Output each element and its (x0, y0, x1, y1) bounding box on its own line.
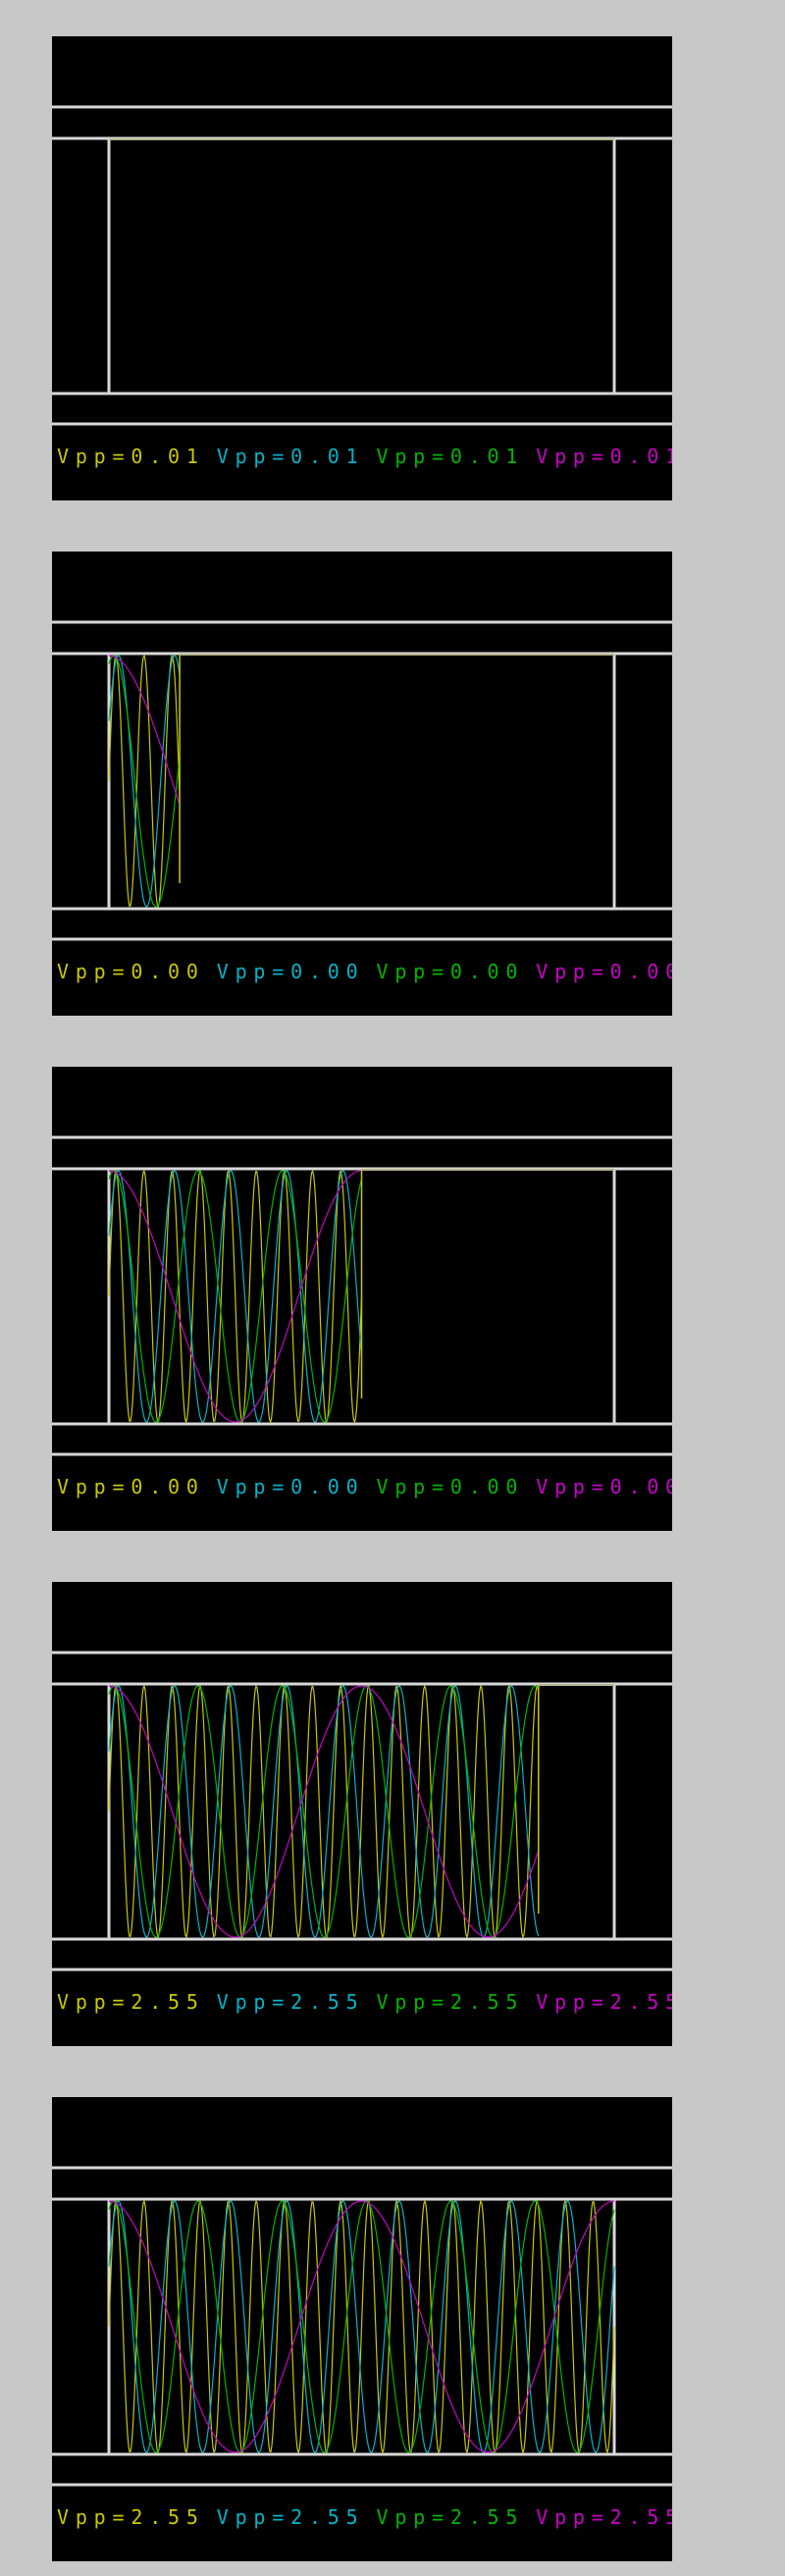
vpp-label: Vpp= (216, 1475, 291, 1498)
vpp-label: Vpp= (536, 960, 610, 983)
vpp-value: 2.55 (449, 2505, 525, 2529)
vpp-label: Vpp= (536, 1475, 610, 1498)
vpp-readout-ch1: Vpp=0.00 (57, 1471, 205, 1502)
vpp-label: Vpp= (57, 445, 131, 468)
vpp-value: 0.00 (290, 1475, 365, 1498)
vpp-readout-ch2: Vpp=0.00 (217, 1471, 365, 1502)
vpp-value: 2.55 (131, 1990, 205, 2014)
vpp-readout-ch4: Vpp=2.55 (536, 1986, 672, 2018)
vpp-readout-ch1: Vpp=0.00 (57, 956, 205, 987)
vpp-label: Vpp= (536, 1990, 610, 2014)
vpp-readout-ch1: Vpp=2.55 (57, 1986, 205, 2018)
vpp-value: 0.00 (449, 960, 525, 983)
oscilloscope-screen: Vpp=0.01Vpp=0.01Vpp=0.01Vpp=0.01 (52, 36, 672, 500)
vpp-label: Vpp= (376, 1475, 450, 1498)
vpp-value: 0.01 (449, 445, 525, 468)
vpp-readout-ch4: Vpp=0.00 (536, 1471, 672, 1502)
vpp-readout-ch3: Vpp=0.01 (377, 441, 525, 472)
vpp-value: 0.00 (131, 960, 205, 983)
vpp-label: Vpp= (376, 960, 450, 983)
waveform-trace-ch1 (108, 2199, 615, 2454)
vpp-readout-ch4: Vpp=0.00 (536, 956, 672, 987)
vpp-label: Vpp= (57, 2505, 131, 2529)
vpp-label: Vpp= (216, 960, 291, 983)
vpp-value: 2.55 (609, 1990, 672, 2014)
vpp-readout-ch3: Vpp=0.00 (377, 1471, 525, 1502)
oscilloscope-screen: Vpp=0.00Vpp=0.00Vpp=0.00Vpp=0.00 (52, 552, 672, 1016)
vpp-value: 0.00 (290, 960, 365, 983)
vpp-value: 2.55 (609, 2505, 672, 2529)
vpp-readout-ch2: Vpp=2.55 (217, 1986, 365, 2018)
vpp-value: 0.01 (609, 445, 672, 468)
vpp-label: Vpp= (216, 2505, 291, 2529)
vpp-readout-ch4: Vpp=2.55 (536, 2501, 672, 2533)
vpp-value: 0.00 (449, 1475, 525, 1498)
vpp-value: 2.55 (290, 2505, 365, 2529)
vpp-value: 0.00 (131, 1475, 205, 1498)
vpp-readout-ch1: Vpp=0.01 (57, 441, 205, 472)
vpp-readout-row: Vpp=0.00Vpp=0.00Vpp=0.00Vpp=0.00 (57, 956, 672, 987)
oscilloscope-screen: Vpp=2.55Vpp=2.55Vpp=2.55Vpp=2.55 (52, 1582, 672, 2046)
scope-plot (52, 1651, 672, 1971)
vpp-value: 2.55 (290, 1990, 365, 2014)
vpp-value: 2.55 (131, 2505, 205, 2529)
vpp-value: 0.00 (609, 1475, 672, 1498)
vpp-value: 2.55 (449, 1990, 525, 2014)
vpp-label: Vpp= (216, 445, 291, 468)
waveform-trace-ch1 (108, 1684, 540, 1939)
vpp-readout-ch4: Vpp=0.01 (536, 441, 672, 472)
vpp-value: 0.01 (290, 445, 365, 468)
vpp-readout-ch3: Vpp=2.55 (377, 1986, 525, 2018)
waveform-trace-ch1 (108, 654, 181, 909)
scope-plot (52, 2166, 672, 2487)
vpp-value: 0.01 (131, 445, 205, 468)
scope-plot (52, 105, 672, 426)
vpp-label: Vpp= (216, 1990, 291, 2014)
vpp-value: 0.00 (609, 960, 672, 983)
scope-plot (52, 620, 672, 941)
vpp-readout-ch2: Vpp=2.55 (217, 2501, 365, 2533)
vpp-label: Vpp= (376, 2505, 450, 2529)
vpp-readout-row: Vpp=2.55Vpp=2.55Vpp=2.55Vpp=2.55 (57, 2501, 672, 2533)
vpp-label: Vpp= (376, 445, 450, 468)
waveform-trace-ch1 (108, 1169, 363, 1424)
vpp-readout-ch2: Vpp=0.00 (217, 956, 365, 987)
vpp-label: Vpp= (376, 1990, 450, 2014)
vpp-readout-row: Vpp=0.01Vpp=0.01Vpp=0.01Vpp=0.01 (57, 441, 672, 472)
vpp-label: Vpp= (57, 1990, 131, 2014)
vpp-label: Vpp= (57, 1475, 131, 1498)
vpp-label: Vpp= (57, 960, 131, 983)
vpp-readout-ch2: Vpp=0.01 (217, 441, 365, 472)
oscilloscope-screen: Vpp=0.00Vpp=0.00Vpp=0.00Vpp=0.00 (52, 1067, 672, 1531)
vpp-readout-ch3: Vpp=0.00 (377, 956, 525, 987)
vpp-readout-ch1: Vpp=2.55 (57, 2501, 205, 2533)
vpp-readout-row: Vpp=0.00Vpp=0.00Vpp=0.00Vpp=0.00 (57, 1471, 672, 1502)
vpp-readout-row: Vpp=2.55Vpp=2.55Vpp=2.55Vpp=2.55 (57, 1986, 672, 2018)
oscilloscope-screen: Vpp=2.55Vpp=2.55Vpp=2.55Vpp=2.55 (52, 2097, 672, 2561)
vpp-label: Vpp= (536, 445, 610, 468)
scope-plot (52, 1135, 672, 1456)
vpp-label: Vpp= (536, 2505, 610, 2529)
vpp-readout-ch3: Vpp=2.55 (377, 2501, 525, 2533)
